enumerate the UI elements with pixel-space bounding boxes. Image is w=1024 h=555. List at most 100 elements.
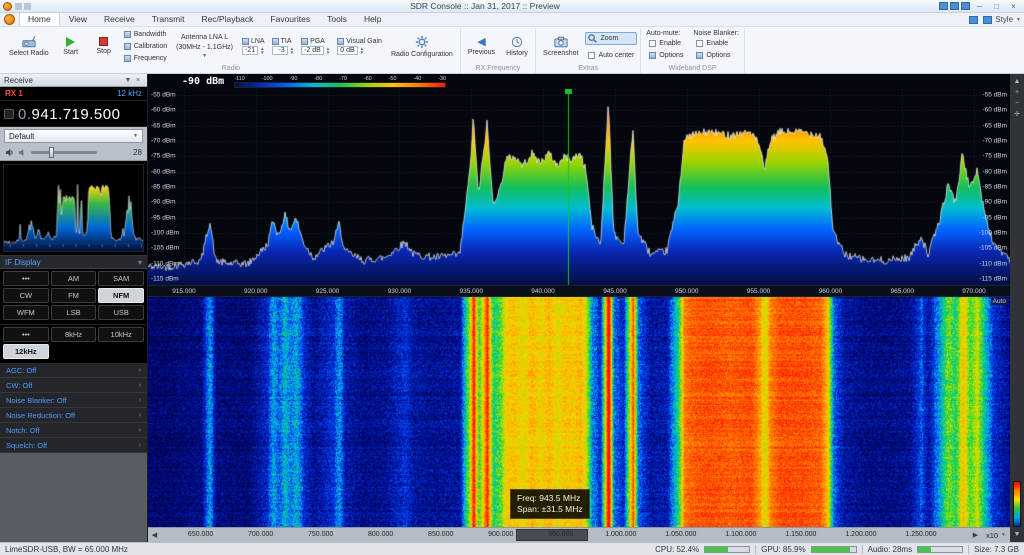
tab-help[interactable]: Help xyxy=(356,13,389,26)
crosshair-icon[interactable]: ✛ xyxy=(1014,111,1020,118)
nav-left-arrow[interactable]: ◀ xyxy=(148,531,161,539)
pga-value[interactable]: -2 dB xyxy=(301,46,324,55)
section-label: Noise Reduction: Off xyxy=(6,411,75,420)
auto-mute-options-button[interactable]: Options xyxy=(646,50,686,61)
style-selector[interactable]: Style ▼ xyxy=(967,15,1021,26)
mode-item[interactable]: ••• xyxy=(3,271,49,286)
volume-slider[interactable] xyxy=(31,151,97,154)
nav-zoom-control[interactable]: x10 ▼ xyxy=(982,531,1010,540)
waterfall-palette-bar[interactable] xyxy=(1013,481,1021,527)
close-button[interactable]: × xyxy=(1006,2,1021,11)
filter-item[interactable]: ••• xyxy=(3,327,49,342)
tab-favourites[interactable]: Favourites xyxy=(262,13,318,26)
profile-dropdown[interactable]: Default ▼ xyxy=(4,129,143,143)
section-agc-off[interactable]: AGC: Off› xyxy=(0,363,147,378)
zoom-toggle[interactable]: Zoom xyxy=(585,32,637,45)
theme-icon-2[interactable] xyxy=(983,16,992,24)
if-spectrum-canvas[interactable] xyxy=(3,164,144,252)
auto-center-checkbox[interactable]: Auto center xyxy=(585,50,637,61)
previous-button[interactable]: ◀ Previous xyxy=(464,29,499,64)
if-spectrum-thumbnail[interactable] xyxy=(0,161,147,256)
tab-view[interactable]: View xyxy=(61,13,95,26)
layout-icon-2[interactable] xyxy=(950,2,959,10)
maximize-button[interactable]: □ xyxy=(989,2,1004,11)
tab-receive[interactable]: Receive xyxy=(96,13,143,26)
spinner-arrows-icon[interactable]: ▲▼ xyxy=(290,47,294,55)
history-button[interactable]: History xyxy=(502,29,532,64)
quick-access-icon-2[interactable] xyxy=(24,3,31,10)
tab-transmit[interactable]: Transmit xyxy=(144,13,193,26)
speaker-icon[interactable] xyxy=(5,148,14,157)
filter-button-grid: •••8kHz10kHz 12kHz xyxy=(0,324,147,363)
profile-row: Default ▼ xyxy=(0,127,147,145)
quick-access-icon-1[interactable] xyxy=(15,3,22,10)
auto-mute-enable-checkbox[interactable]: Enable xyxy=(646,38,686,49)
pga-spinner[interactable]: PGA -2 dB▲▼ xyxy=(299,29,332,64)
section-noise-blanker-off[interactable]: Noise Blanker: Off› xyxy=(0,393,147,408)
section-label: AGC: Off xyxy=(6,366,36,375)
zoom-out-icon[interactable]: − xyxy=(1015,100,1019,107)
filter-12khz[interactable]: 12kHz xyxy=(3,344,49,359)
calibration-button[interactable]: Calibration xyxy=(122,43,169,50)
lna-spinner[interactable]: LNA -21▲▼ xyxy=(240,29,267,64)
tab-rec-playback[interactable]: Rec/Playback xyxy=(193,13,261,26)
start-button[interactable]: Start xyxy=(56,29,86,64)
lna-value[interactable]: -21 xyxy=(242,46,258,55)
bandwidth-button[interactable]: Bandwidth xyxy=(122,31,169,38)
mode-usb[interactable]: USB xyxy=(98,305,144,320)
waterfall-auto-label[interactable]: Auto xyxy=(991,298,1008,305)
mode-fm[interactable]: FM xyxy=(51,288,97,303)
frequency-button[interactable]: Frequency xyxy=(122,55,169,62)
spinner-arrows-icon[interactable]: ▲▼ xyxy=(360,47,364,55)
mode-am[interactable]: AM xyxy=(51,271,97,286)
app-menu-button[interactable] xyxy=(4,14,15,25)
theme-icon-1[interactable] xyxy=(969,16,978,24)
mode-cw[interactable]: CW xyxy=(3,288,49,303)
radio-configuration-button[interactable]: Radio Configuration xyxy=(387,29,457,64)
select-radio-button[interactable]: Select Radio xyxy=(5,29,53,64)
visual-gain-value[interactable]: 0 dB xyxy=(337,46,357,55)
filter-8khz[interactable]: 8kHz xyxy=(51,327,97,342)
layout-icon-1[interactable] xyxy=(939,2,948,10)
volume-slider-thumb[interactable] xyxy=(49,147,54,158)
section-notch-off[interactable]: Notch: Off› xyxy=(0,423,147,438)
layout-icon-3[interactable] xyxy=(961,2,970,10)
antenna-select-button[interactable]: Antenna LNA L (30MHz - 1.1GHz) ▼ xyxy=(172,29,237,64)
panel-menu-icon[interactable]: ▼ xyxy=(123,77,133,84)
tab-home[interactable]: Home xyxy=(19,12,60,26)
select-radio-label: Select Radio xyxy=(9,50,49,58)
tia-icon xyxy=(272,38,279,45)
section-squelch-off[interactable]: Squelch: Off› xyxy=(0,438,147,453)
scroll-down-icon[interactable]: ▼ xyxy=(1014,531,1021,538)
zoom-in-icon[interactable]: + xyxy=(1015,89,1019,96)
mode-wfm[interactable]: WFM xyxy=(3,305,49,320)
tia-value[interactable]: -3 xyxy=(272,46,288,55)
stop-button[interactable]: Stop xyxy=(89,29,119,64)
mode-nfm[interactable]: NFM xyxy=(98,288,144,303)
noise-blanker-enable-checkbox[interactable]: Enable xyxy=(693,38,739,49)
noise-blanker-options-button[interactable]: Options xyxy=(693,50,739,61)
mode-sam[interactable]: SAM xyxy=(98,271,144,286)
visual-gain-spinner[interactable]: Visual Gain 0 dB▲▼ xyxy=(335,29,384,64)
screenshot-button[interactable]: Screenshot xyxy=(539,29,582,64)
filter-10khz[interactable]: 10kHz xyxy=(98,327,144,342)
if-display-header[interactable]: IF Display ▾ xyxy=(0,256,147,269)
frequency-label: Frequency xyxy=(134,55,167,62)
section-noise-reduction-off[interactable]: Noise Reduction: Off› xyxy=(0,408,147,423)
nav-track[interactable]: 650.000700.000750.000800.000850.000900.0… xyxy=(161,528,969,542)
tia-spinner[interactable]: TIA -3▲▼ xyxy=(270,29,296,64)
frequency-display[interactable]: 0.941.719.500 xyxy=(0,101,147,127)
spinner-arrows-icon[interactable]: ▲▼ xyxy=(326,47,330,55)
minimize-button[interactable]: ─ xyxy=(972,2,987,11)
scroll-up-icon[interactable]: ▲ xyxy=(1014,78,1021,85)
spectrum-canvas[interactable] xyxy=(148,89,1010,285)
section-label: CW: Off xyxy=(6,381,32,390)
spinner-arrows-icon[interactable]: ▲▼ xyxy=(260,47,264,55)
nav-right-arrow[interactable]: ▶ xyxy=(969,531,982,539)
mute-icon[interactable] xyxy=(18,148,27,157)
panel-close-icon[interactable]: × xyxy=(133,77,143,84)
tab-tools[interactable]: Tools xyxy=(319,13,355,26)
mode-lsb[interactable]: LSB xyxy=(51,305,97,320)
section-cw-off[interactable]: CW: Off› xyxy=(0,378,147,393)
app-logo-icon xyxy=(3,2,12,11)
